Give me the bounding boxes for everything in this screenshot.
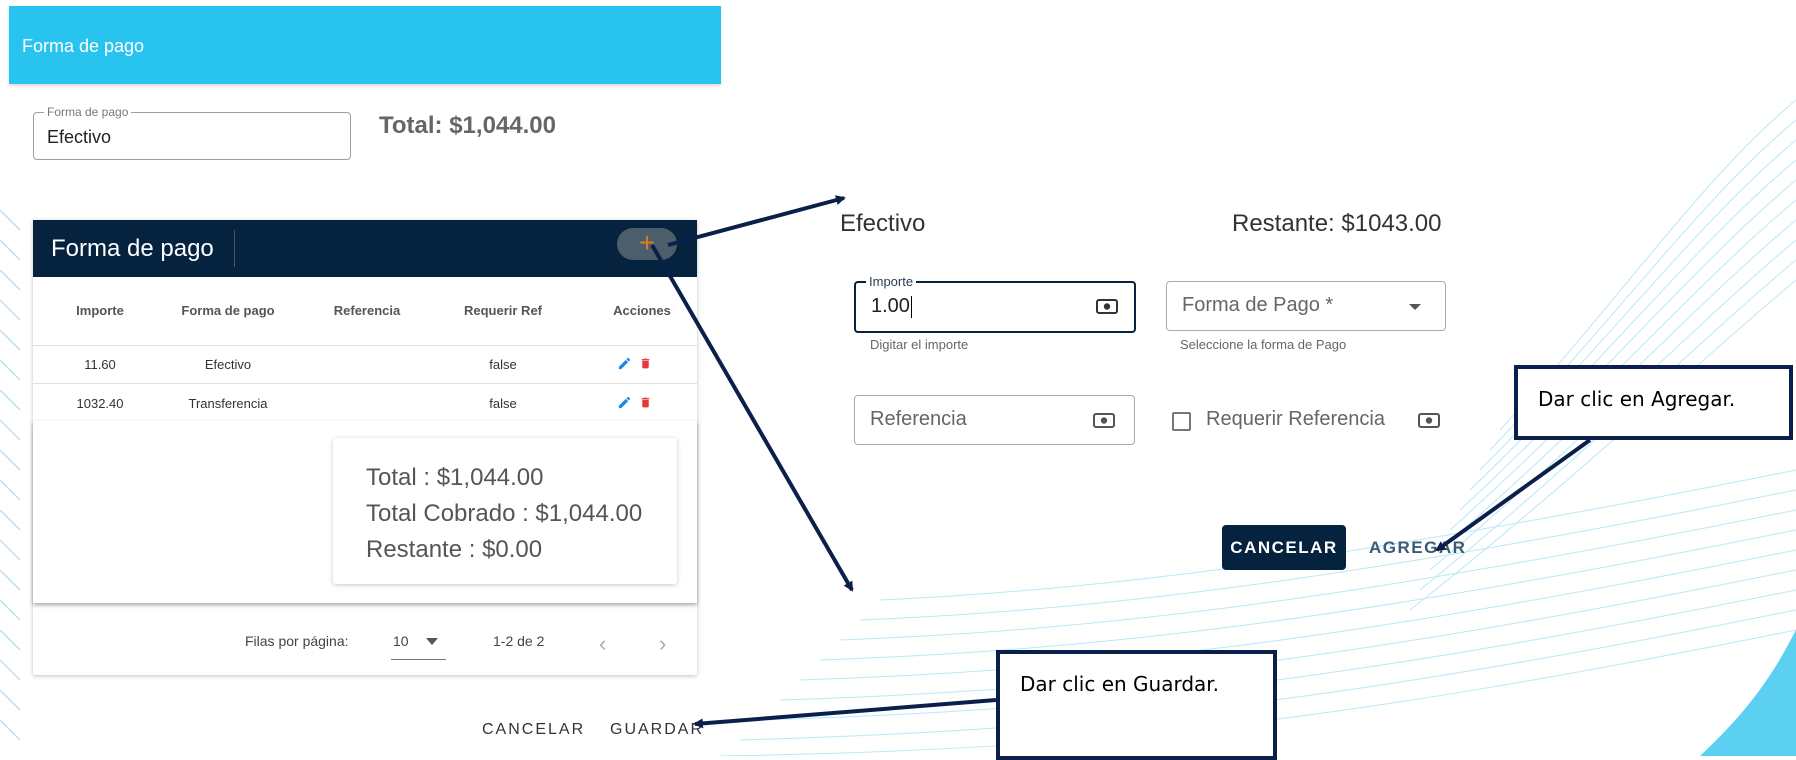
- requerir-referencia-label[interactable]: Requerir Referencia: [1206, 408, 1385, 431]
- money-icon: [1096, 299, 1118, 314]
- payment-method-value: Efectivo: [47, 127, 112, 147]
- arrow-to-guardar: [693, 698, 997, 729]
- row-divider: [33, 345, 697, 346]
- money-icon: [1418, 413, 1440, 428]
- form-heading: Efectivo: [840, 210, 926, 237]
- referencia-input[interactable]: Referencia: [854, 395, 1135, 445]
- delete-icon[interactable]: [639, 356, 652, 371]
- form-cancel-button[interactable]: CANCELAR: [1222, 525, 1346, 570]
- edit-icon[interactable]: [617, 395, 632, 410]
- forma-de-pago-helper: Seleccione la forma de Pago: [1180, 337, 1347, 352]
- summary-section: Total : $1,044.00 Total Cobrado : $1,044…: [33, 421, 697, 603]
- requerir-referencia-checkbox[interactable]: [1172, 412, 1191, 431]
- summary-card: Total : $1,044.00 Total Cobrado : $1,044…: [333, 438, 677, 584]
- payments-table-card: Forma de pago + Importe Forma de pago Re…: [33, 220, 697, 675]
- cell-forma-de-pago: Transferencia: [188, 396, 268, 411]
- add-button[interactable]: AGREGAR: [1369, 538, 1466, 558]
- rows-per-page-label: Filas por página:: [245, 633, 349, 649]
- edit-icon[interactable]: [617, 356, 632, 371]
- importe-input[interactable]: Importe 1.00: [854, 274, 1136, 333]
- payment-method-label: Forma de pago: [44, 105, 132, 119]
- cell-importe: 1032.40: [76, 396, 124, 411]
- rows-per-page-value: 10: [393, 633, 409, 649]
- table-title: Forma de pago: [51, 235, 214, 262]
- column-header-forma-de-pago[interactable]: Forma de pago: [163, 303, 293, 318]
- select-underline: [391, 659, 446, 660]
- column-header-referencia[interactable]: Referencia: [317, 303, 417, 318]
- arrow-to-agregar: [1435, 438, 1592, 552]
- cell-requerir-ref: false: [489, 357, 517, 372]
- callout-agregar: Dar clic en Agregar.: [1514, 365, 1793, 440]
- callout-guardar-text: Dar clic en Guardar.: [1020, 672, 1220, 696]
- column-header-requerir-ref[interactable]: Requerir Ref: [443, 303, 563, 318]
- column-header-acciones: Acciones: [613, 303, 671, 318]
- chevron-right-icon[interactable]: ›: [659, 631, 666, 657]
- dialog-header: Forma de pago: [9, 6, 721, 84]
- importe-label: Importe: [866, 274, 917, 289]
- dropdown-arrow-icon: [1409, 304, 1421, 310]
- plus-icon: +: [638, 227, 656, 258]
- cell-forma-de-pago: Efectivo: [204, 357, 252, 372]
- page-range: 1-2 de 2: [493, 633, 545, 649]
- summary-total-cobrado: Total Cobrado : $1,044.00: [366, 500, 643, 527]
- forma-de-pago-placeholder: Forma de Pago *: [1182, 294, 1334, 316]
- delete-icon[interactable]: [639, 395, 652, 410]
- row-divider: [33, 383, 697, 384]
- remaining-amount: Restante: $1043.00: [1232, 210, 1442, 237]
- add-payment-button[interactable]: +: [617, 228, 677, 260]
- forma-de-pago-select[interactable]: Forma de Pago *: [1166, 281, 1446, 331]
- referencia-placeholder: Referencia: [870, 408, 967, 430]
- cancel-button[interactable]: CANCELAR: [482, 721, 585, 739]
- toolbar-divider: [234, 230, 235, 267]
- summary-total: Total : $1,044.00: [366, 464, 544, 491]
- chevron-left-icon[interactable]: ‹: [599, 631, 606, 657]
- total-amount: Total: $1,044.00: [379, 112, 556, 139]
- cell-requerir-ref: false: [489, 396, 517, 411]
- importe-helper: Digitar el importe: [870, 337, 969, 352]
- dialog-title: Forma de pago: [22, 36, 145, 56]
- payment-method-field[interactable]: Forma de pago Efectivo: [33, 105, 351, 160]
- table-toolbar: Forma de pago +: [33, 220, 697, 277]
- money-icon: [1093, 413, 1115, 428]
- callout-guardar: Dar clic en Guardar.: [996, 650, 1277, 760]
- callout-agregar-text: Dar clic en Agregar.: [1538, 387, 1736, 411]
- importe-value: 1.00: [871, 295, 910, 317]
- summary-restante: Restante : $0.00: [366, 536, 543, 563]
- column-header-importe[interactable]: Importe: [55, 303, 145, 318]
- cell-importe: 11.60: [84, 357, 116, 372]
- save-button[interactable]: GUARDAR: [610, 721, 704, 739]
- dropdown-arrow-icon: [426, 638, 438, 645]
